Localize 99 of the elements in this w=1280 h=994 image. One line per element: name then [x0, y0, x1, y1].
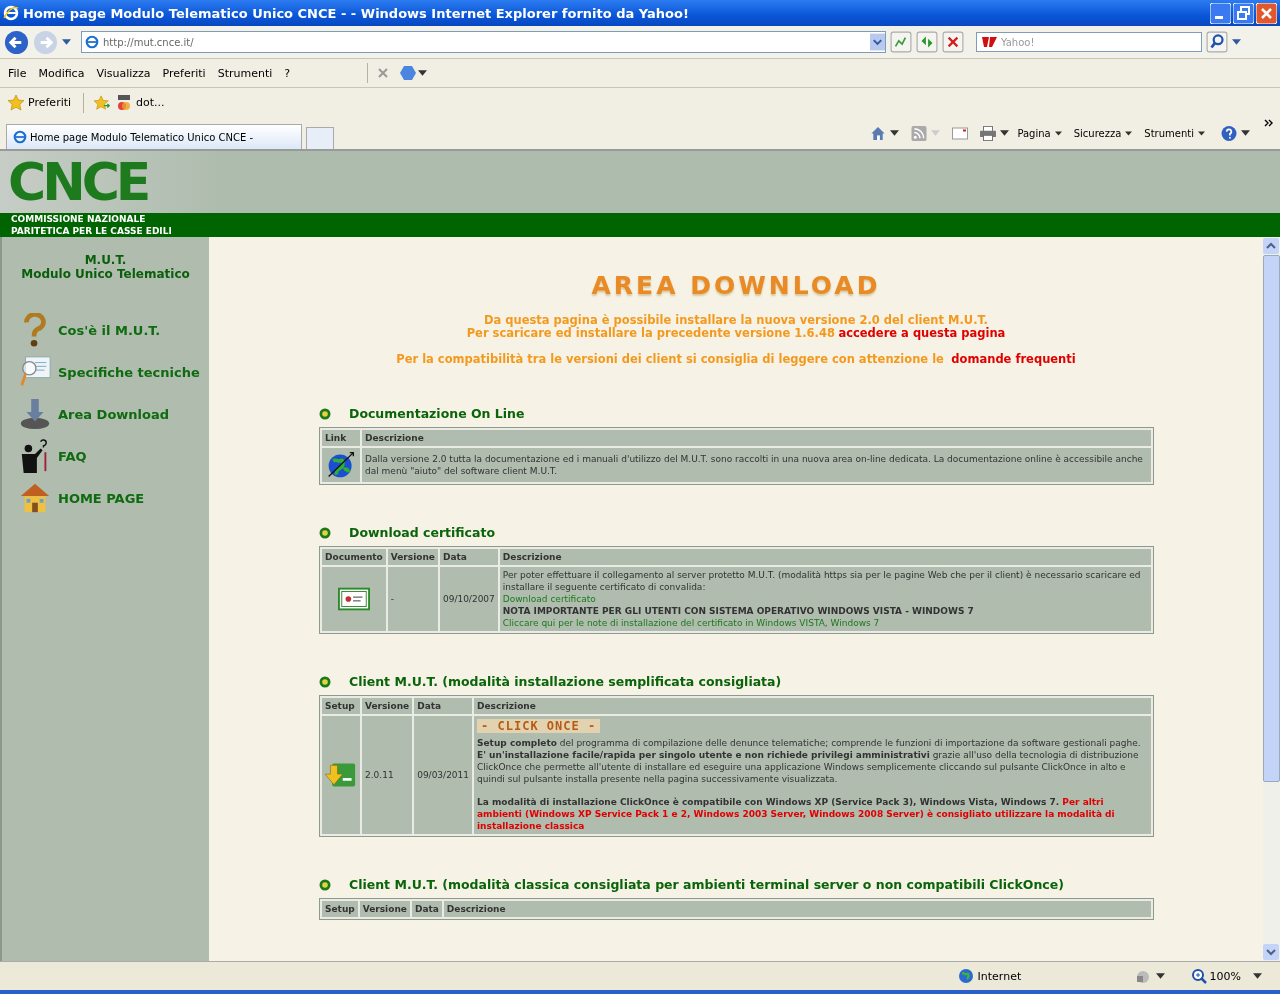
bullet-icon [319, 407, 331, 420]
back-icon[interactable] [4, 29, 29, 55]
search-icon[interactable] [1206, 31, 1228, 53]
table-cell: 09/10/2007 [439, 567, 498, 631]
column-header: Versione [362, 698, 413, 714]
favorite-link[interactable]: dot... [114, 92, 167, 113]
command-menu[interactable]: Pagina [1013, 125, 1066, 141]
caret-icon [1125, 130, 1133, 136]
dropdown-icon[interactable] [62, 39, 71, 45]
description-text: E' un'installazione facile/rapida per singolo utente e non richiede privilegi amministrativi grazie all'uso della tecnologia di distribuzione ClickOnce che permette all'utente di installare ed eseguire una applicazione Windows semplicemente cliccando sul pulsante ClickOnce in alto e quindi sul pulsante installa presente nella pagina successivamente visualizzata. [477, 749, 1140, 785]
search-provider-icon [982, 37, 998, 47]
compatibility-note: La modalità di installazione ClickOnce è compatibile con Windows XP (Service Pack 3), Windows Vista, Windows 7. Per altri ambienti (Windows XP Service Pack 1 e 2, Windows 2003 Server, Windows 2008 Server) è consigliato utilizzare la modalità di installazione classica [477, 796, 1116, 832]
globe-icon [957, 968, 974, 984]
sidebar-title: M.U.T. [84, 253, 127, 267]
column-header: Data [411, 901, 442, 917]
menu-item[interactable]: File [3, 64, 32, 82]
menu-item[interactable]: Modifica [33, 64, 90, 82]
home-icon[interactable] [870, 125, 887, 141]
browser-tab[interactable]: Home page Modulo Telematico Unico CNCE - [6, 124, 302, 149]
help-icon[interactable] [1221, 125, 1237, 141]
important-note: NOTA IMPORTANTE PER GLI UTENTI CON SISTEMA OPERATIVO WINDOWS VISTA - WINDOWS 7 [502, 605, 975, 617]
sidebar-title: Modulo Unico Telematico [21, 267, 190, 281]
text-link[interactable]: domande frequenti [951, 352, 1076, 366]
restore-icon[interactable] [1233, 2, 1254, 24]
browser-logo-icon [3, 5, 19, 21]
menu-item[interactable]: Strumenti [212, 64, 278, 82]
caret-icon [1198, 130, 1205, 136]
scroll-down-icon[interactable] [1263, 944, 1279, 960]
compatibility-note: Per la compatibilità tra le versioni dei client si consiglia di leggere con attenzione le domande frequenti [395, 353, 1077, 366]
menu-item[interactable]: ? [279, 64, 296, 82]
description-text: Dalla versione 2.0 tutta la documentazione ed i manuali d'utilizzo del M.U.T. sono raccolti in una nuova area on-line dedicata. La documentazione online è accessibile anche dal menù "aiuto" del software client M.U.T. [365, 453, 1144, 477]
organization-name: COMMISSIONE NAZIONALE [11, 213, 147, 225]
intro-text: Da questa pagina è possibile installare la nuova versione 2.0 del client M.U.T. [483, 314, 988, 327]
dropdown-icon[interactable] [1253, 973, 1262, 979]
compatibility-icon[interactable] [890, 31, 912, 53]
column-header: Data [439, 549, 498, 565]
window-title: Home page Modulo Telematico Unico CNCE - - Windows Internet Explorer fornito da Yahoo! [23, 5, 690, 21]
description-text: Per poter effettuare il collegamento al server protetto M.U.T. (modalità https sia per le pagine Web che per il client) è necessario scaricare ed installare il seguente certificato di convalida: [502, 569, 1142, 593]
menu-item[interactable]: Preferiti [157, 64, 211, 82]
dropdown-icon[interactable] [870, 33, 885, 51]
bullet-icon [319, 878, 331, 891]
bullet-icon [319, 675, 331, 688]
section-title: Client M.U.T. (modalità installazione semplificata consigliata) [349, 674, 782, 689]
scrollbar[interactable] [1263, 237, 1280, 961]
command-menu[interactable]: Strumenti [1140, 125, 1209, 141]
feed-icon[interactable] [911, 125, 928, 141]
intro-text: Per scaricare ed installare la precedente versione 1.6.48 accedere a questa pagina [465, 327, 1007, 340]
refresh-icon[interactable] [916, 31, 938, 53]
section-title: Download certificato [349, 525, 495, 540]
menu-item[interactable]: Visualizza [91, 64, 156, 82]
minimize-icon[interactable] [1210, 2, 1231, 24]
zoom-icon [1190, 968, 1207, 984]
caret-icon [1054, 130, 1062, 136]
column-header: Documento [322, 549, 386, 565]
column-header: Versione [359, 901, 410, 917]
section-title: Client M.U.T. (modalità classica consigliata per ambienti terminal server o non compatibili ClickOnce) [349, 877, 1064, 892]
favorites-button[interactable]: Preferiti [6, 92, 74, 113]
search-field[interactable]: Yahoo! [976, 32, 1202, 52]
dropdown-icon[interactable] [890, 130, 900, 136]
close-icon[interactable] [378, 68, 389, 78]
dropdown-icon[interactable] [1232, 39, 1241, 45]
column-header: Link [322, 430, 360, 446]
scrollbar-thumb[interactable] [1263, 255, 1280, 782]
dropdown-icon[interactable] [418, 70, 428, 76]
text-link[interactable]: accedere a questa pagina [838, 326, 1006, 340]
description-text: Setup completo del programma di compilazione delle denunce telematiche; comprende le funzioni di importazione da software gestionali paghe. [477, 737, 1142, 749]
page-title: AREA DOWNLOAD [590, 271, 882, 300]
zoom-control[interactable]: 100% [1184, 967, 1247, 985]
dropdown-icon[interactable] [1155, 973, 1165, 979]
column-header: Setup [322, 698, 360, 714]
download-arrow-icon[interactable] [18, 397, 52, 431]
page-icon [85, 35, 99, 49]
column-header: Versione [387, 549, 438, 565]
page-icon [13, 130, 27, 144]
dropdown-icon[interactable] [1241, 130, 1250, 136]
command-menu[interactable]: Sicurezza [1069, 125, 1137, 141]
organization-name: PARITETICA PER LE CASSE EDILI [11, 225, 173, 237]
table-cell: 2.0.11 [362, 716, 413, 834]
star-icon [8, 94, 24, 111]
column-header: Descrizione [499, 549, 1151, 565]
print-icon[interactable] [980, 125, 997, 141]
table-cell: 09/03/2011 [414, 716, 473, 834]
column-header: Data [414, 698, 473, 714]
stop-icon[interactable] [942, 31, 964, 53]
table-cell: - [387, 567, 438, 631]
column-header: Descrizione [362, 430, 1151, 446]
site-icon [116, 94, 133, 111]
dropdown-icon[interactable] [1000, 130, 1010, 136]
column-header: Descrizione [443, 901, 1151, 917]
add-favorite-icon[interactable] [94, 94, 111, 111]
section-title: Documentazione On Line [349, 406, 525, 421]
chevron-icon[interactable] [1264, 119, 1274, 127]
security-zone: Internet [957, 968, 1128, 984]
scroll-up-icon[interactable] [1263, 238, 1279, 254]
column-header: Descrizione [474, 698, 1151, 714]
address-field[interactable]: http://mut.cnce.it/ [81, 31, 886, 53]
mail-icon[interactable] [952, 125, 969, 141]
bullet-icon [319, 526, 331, 539]
column-header: Setup [322, 901, 358, 917]
